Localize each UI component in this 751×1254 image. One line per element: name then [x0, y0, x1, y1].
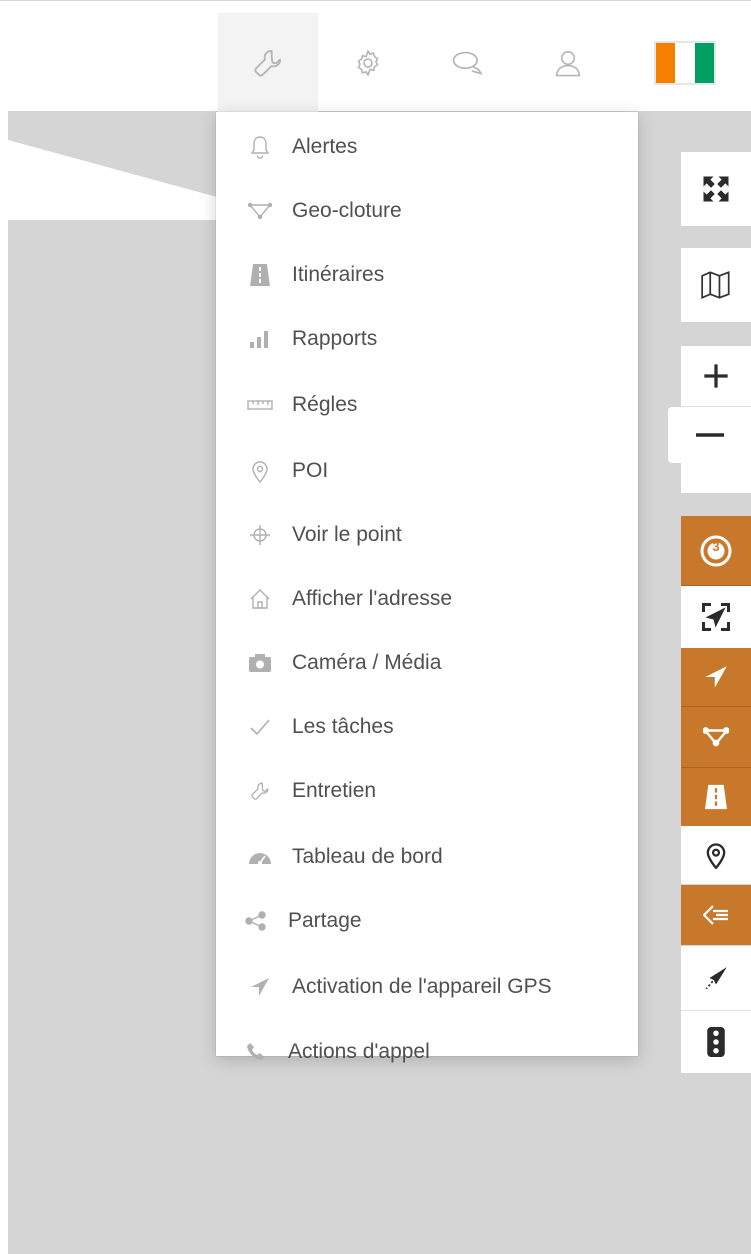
- road-icon: [705, 784, 727, 810]
- menu-item-camera-media[interactable]: Caméra / Média: [216, 632, 638, 694]
- share-icon: [242, 907, 270, 935]
- wrench-icon: [246, 777, 274, 805]
- dashboard-icon: [246, 843, 274, 871]
- chat-icon: [452, 51, 483, 75]
- menu-item-label: Tableau de bord: [292, 845, 443, 868]
- check-icon: [246, 713, 274, 741]
- menu-item-geo-cloture[interactable]: Geo-cloture: [216, 180, 638, 242]
- crosshair-icon: [246, 521, 274, 549]
- map-pin-icon: [706, 843, 726, 869]
- route-arrow-button[interactable]: [681, 946, 751, 1011]
- menu-item-les-taches[interactable]: Les tâches: [216, 696, 638, 758]
- zoom-in-button[interactable]: [681, 346, 751, 407]
- menu-item-poi[interactable]: POI: [216, 440, 638, 502]
- ruler-icon: [246, 391, 274, 419]
- road-icon: [246, 261, 274, 289]
- geofence-icon: [246, 197, 274, 225]
- menu-item-label: Itinéraires: [292, 263, 385, 286]
- menu-item-voir-le-point[interactable]: Voir le point: [216, 504, 638, 566]
- fullscreen-button[interactable]: [681, 152, 751, 226]
- messages-button[interactable]: [418, 13, 518, 113]
- menu-item-label: Geo-cloture: [292, 199, 402, 222]
- top-toolbar: [0, 0, 751, 113]
- map-layers-icon: [701, 271, 730, 299]
- menu-item-label: Régles: [292, 393, 358, 416]
- geofence-button[interactable]: [681, 707, 751, 768]
- tools-button[interactable]: [218, 13, 318, 113]
- menu-item-label: Activation de l'appareil GPS: [292, 975, 552, 998]
- poi-button[interactable]: [681, 826, 751, 884]
- bell-icon: [246, 133, 274, 161]
- wrench-icon: [254, 50, 281, 77]
- phone-icon: [242, 1038, 270, 1066]
- menu-item-label: Les tâches: [292, 715, 394, 738]
- menu-item-actions-appel[interactable]: Actions d'appel: [216, 1022, 638, 1082]
- menu-item-regles[interactable]: Régles: [216, 374, 638, 436]
- routes-button[interactable]: [681, 768, 751, 826]
- navigation-arrow-icon: [705, 666, 727, 688]
- menu-item-label: Alertes: [292, 135, 358, 158]
- zoom-out-icon: [695, 433, 724, 437]
- menu-item-itineraires[interactable]: Itinéraires: [216, 244, 638, 306]
- map-pin-icon: [246, 457, 274, 485]
- zoom-out-button[interactable]: [668, 407, 751, 463]
- geofence-icon: [703, 727, 729, 747]
- traffic-light-icon: [707, 1027, 725, 1057]
- menu-item-label: Voir le point: [292, 523, 402, 546]
- menu-item-label: Actions d'appel: [288, 1040, 430, 1063]
- settings-button[interactable]: [318, 13, 418, 113]
- menu-item-tableau-de-bord[interactable]: Tableau de bord: [216, 826, 638, 888]
- fullscreen-icon: [703, 176, 729, 202]
- map-layers-button[interactable]: [681, 248, 751, 322]
- menu-item-afficher-adresse[interactable]: Afficher l'adresse: [216, 568, 638, 630]
- cluster-button[interactable]: 3: [681, 516, 751, 586]
- traffic-button[interactable]: [681, 1011, 751, 1073]
- tools-dropdown-menu: Alertes Geo-cloture Itinéraires Rapports…: [216, 112, 638, 1063]
- menu-item-entretien[interactable]: Entretien: [216, 760, 638, 822]
- profile-button[interactable]: [518, 13, 618, 113]
- fit-bounds-icon: [702, 603, 730, 631]
- user-icon: [555, 50, 581, 77]
- fit-bounds-button[interactable]: [681, 586, 751, 649]
- gear-icon: [357, 49, 379, 77]
- language-flag-button[interactable]: [654, 41, 716, 85]
- navigation-arrow-icon: [246, 973, 274, 1001]
- home-icon: [246, 585, 274, 613]
- collapse-list-button[interactable]: [681, 885, 751, 945]
- bar-chart-icon: [246, 325, 274, 353]
- navigation-button[interactable]: [681, 648, 751, 707]
- menu-item-partage[interactable]: Partage: [216, 890, 638, 952]
- menu-item-alertes[interactable]: Alertes: [216, 116, 638, 178]
- map-road-shape: [8, 140, 228, 220]
- route-arrow-icon: [705, 967, 727, 990]
- collapse-list-icon: [703, 905, 728, 925]
- menu-item-label: Entretien: [292, 779, 377, 802]
- zoom-panel-bottom: [681, 463, 751, 493]
- camera-icon: [246, 649, 274, 677]
- menu-item-label: POI: [292, 459, 329, 482]
- flag-icon: [656, 43, 676, 83]
- cluster-count: 3: [712, 539, 720, 554]
- menu-item-label: Afficher l'adresse: [292, 587, 453, 610]
- menu-item-rapports[interactable]: Rapports: [216, 308, 638, 370]
- menu-item-activation-gps[interactable]: Activation de l'appareil GPS: [216, 956, 638, 1018]
- menu-item-label: Rapports: [292, 327, 378, 350]
- menu-item-label: Partage: [288, 909, 362, 932]
- menu-item-label: Caméra / Média: [292, 651, 442, 674]
- zoom-in-icon: [704, 364, 728, 388]
